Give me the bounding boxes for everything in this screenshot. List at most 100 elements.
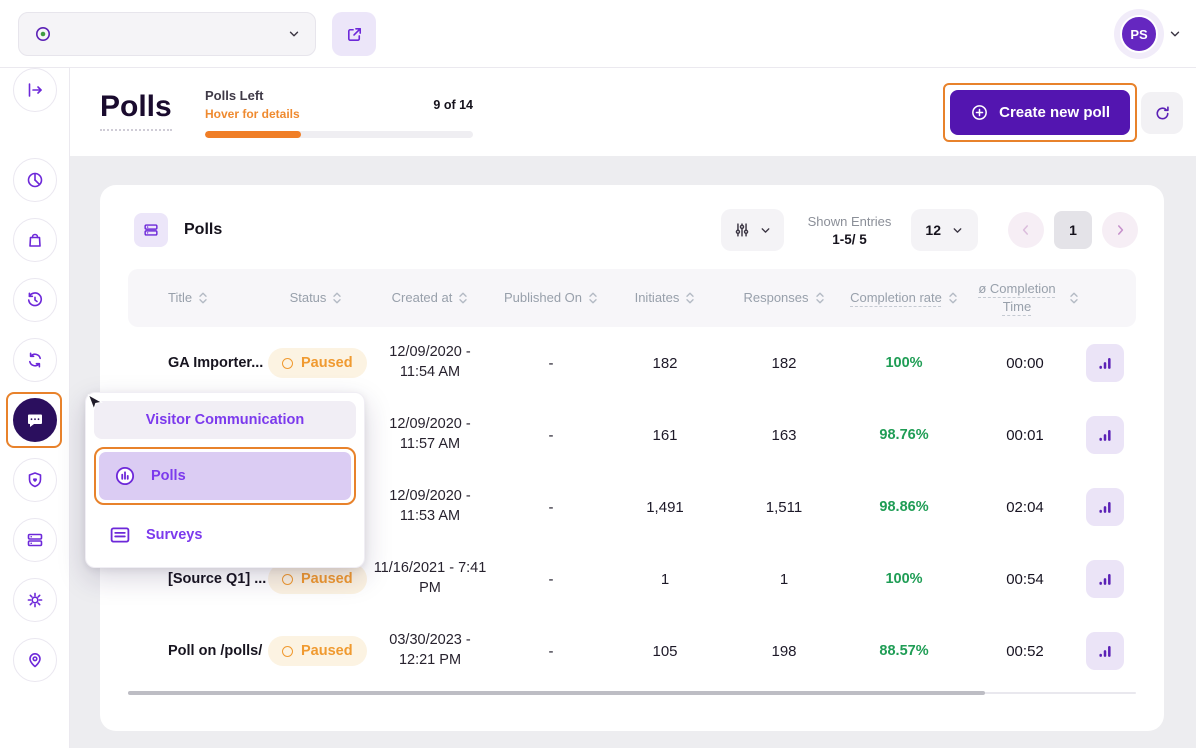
annotation-highlight-polls-item: Polls (94, 447, 356, 505)
poll-status-cell: Paused (268, 636, 364, 666)
visitor-communication-popup: Visitor Communication Polls Surveys (85, 392, 365, 568)
site-selector[interactable] (18, 12, 316, 56)
poll-title: Poll on /polls/ (128, 643, 268, 659)
view-report-button[interactable] (1086, 344, 1124, 382)
chevron-down-icon (951, 224, 964, 237)
column-header-responses[interactable]: Responses (724, 289, 844, 307)
view-report-button[interactable] (1086, 632, 1124, 670)
column-header-completion-rate[interactable]: Completion rate (844, 289, 964, 307)
status-dot-icon (282, 646, 293, 657)
create-new-poll-button[interactable]: Create new poll (950, 90, 1130, 135)
sort-icon (458, 291, 468, 305)
app-root: PS (0, 0, 1196, 748)
chat-bubble-icon (25, 410, 45, 430)
sidebar-item-visitor-communication[interactable] (13, 398, 57, 442)
arrow-left-icon (1018, 222, 1034, 238)
poll-icon (113, 464, 137, 488)
completion-time: 00:52 (964, 643, 1086, 660)
current-page-indicator[interactable]: 1 (1054, 211, 1092, 249)
bar-chart-icon (1096, 498, 1114, 516)
bar-chart-icon (1096, 642, 1114, 660)
sidebar-item-sync[interactable] (13, 338, 57, 382)
initiates: 1,491 (606, 499, 724, 516)
sidebar-item-analytics[interactable] (13, 158, 57, 202)
created-at: 03/30/2023 - 12:21 PM (371, 631, 489, 670)
completion-rate: 100% (844, 355, 964, 371)
table-row[interactable]: Poll on /polls/ Paused 03/30/2023 - 12:2… (128, 615, 1136, 687)
scrollbar-thumb[interactable] (128, 691, 985, 695)
view-report-button[interactable] (1086, 560, 1124, 598)
initiates: 1 (606, 571, 724, 588)
sort-icon (1069, 291, 1079, 305)
avatar: PS (1120, 15, 1158, 53)
page-size-select[interactable]: 12 (911, 209, 978, 251)
sidebar-item-history[interactable] (13, 278, 57, 322)
sort-icon (332, 291, 342, 305)
sidebar-item-collapse[interactable] (13, 68, 57, 112)
previous-page-button[interactable] (1008, 212, 1044, 248)
refresh-icon (1153, 104, 1172, 123)
shown-entries-value: 1-5/ 5 (808, 232, 892, 247)
status-badge: Paused (268, 636, 367, 666)
user-menu[interactable]: PS (1114, 8, 1182, 60)
server-icon (25, 530, 45, 550)
column-header-published-on[interactable]: Published On (496, 289, 606, 307)
column-header-status[interactable]: Status (268, 289, 364, 307)
next-page-button[interactable] (1102, 212, 1138, 248)
status-badge: Paused (268, 348, 367, 378)
polls-left-count: 9 of 14 (433, 98, 473, 112)
filter-button[interactable] (721, 209, 784, 251)
topbar: PS (0, 0, 1196, 68)
responses: 1,511 (724, 499, 844, 516)
sidebar-item-data[interactable] (13, 518, 57, 562)
completion-rate: 100% (844, 571, 964, 587)
table-row[interactable]: GA Importer... Paused 12/09/2020 - 11:54… (128, 327, 1136, 399)
responses: 198 (724, 643, 844, 660)
plus-circle-icon (970, 103, 989, 122)
completion-time: 00:54 (964, 571, 1086, 588)
filter-sliders-icon (733, 221, 751, 239)
refresh-button[interactable] (1141, 92, 1183, 134)
initiates: 105 (606, 643, 724, 660)
progress-fill (205, 131, 301, 138)
sidebar-item-ecommerce[interactable] (13, 218, 57, 262)
chevron-down-icon (759, 224, 772, 237)
open-site-button[interactable] (332, 12, 376, 56)
sidebar-item-settings[interactable] (13, 578, 57, 622)
view-report-button[interactable] (1086, 416, 1124, 454)
chevron-down-icon (287, 27, 301, 41)
card-icon-tile (134, 213, 168, 247)
card-title: Polls (184, 221, 222, 239)
polls-left-widget: Polls Left Hover for details 9 of 14 (205, 88, 473, 138)
sort-icon (685, 291, 695, 305)
shown-entries: Shown Entries 1-5/ 5 (808, 214, 892, 247)
created-at: 12/09/2020 - 11:53 AM (371, 487, 489, 526)
poll-status-cell: Paused (268, 348, 364, 378)
polls-left-progressbar (205, 131, 473, 138)
created-at: 12/09/2020 - 11:57 AM (371, 415, 489, 454)
status-dot-icon (282, 358, 293, 369)
completion-time: 00:00 (964, 355, 1086, 372)
bar-chart-icon (1096, 570, 1114, 588)
column-header-initiates[interactable]: Initiates (606, 289, 724, 307)
column-header-title[interactable]: Title (128, 289, 268, 307)
column-header-created-at[interactable]: Created at (364, 289, 496, 307)
view-report-button[interactable] (1086, 488, 1124, 526)
popup-item-surveys[interactable]: Surveys (94, 511, 356, 559)
sidebar-item-location[interactable] (13, 638, 57, 682)
shield-heart-icon (25, 470, 45, 490)
poll-title: GA Importer... (128, 355, 268, 371)
column-header-completion-time[interactable]: ø Completion Time (964, 280, 1086, 315)
arrow-right-icon (1112, 222, 1128, 238)
avatar-ring: PS (1114, 9, 1164, 59)
popup-header: Visitor Communication (94, 401, 356, 439)
completion-rate: 98.86% (844, 499, 964, 515)
sidebar-item-privacy[interactable] (13, 458, 57, 502)
site-favicon-icon (33, 24, 53, 44)
poll-title: [Source Q1] ... (128, 571, 268, 587)
collapse-icon (25, 80, 45, 100)
annotation-highlight-create: Create new poll (943, 83, 1137, 142)
responses: 163 (724, 427, 844, 444)
popup-item-polls[interactable]: Polls (99, 452, 351, 500)
bar-chart-icon (1096, 426, 1114, 444)
